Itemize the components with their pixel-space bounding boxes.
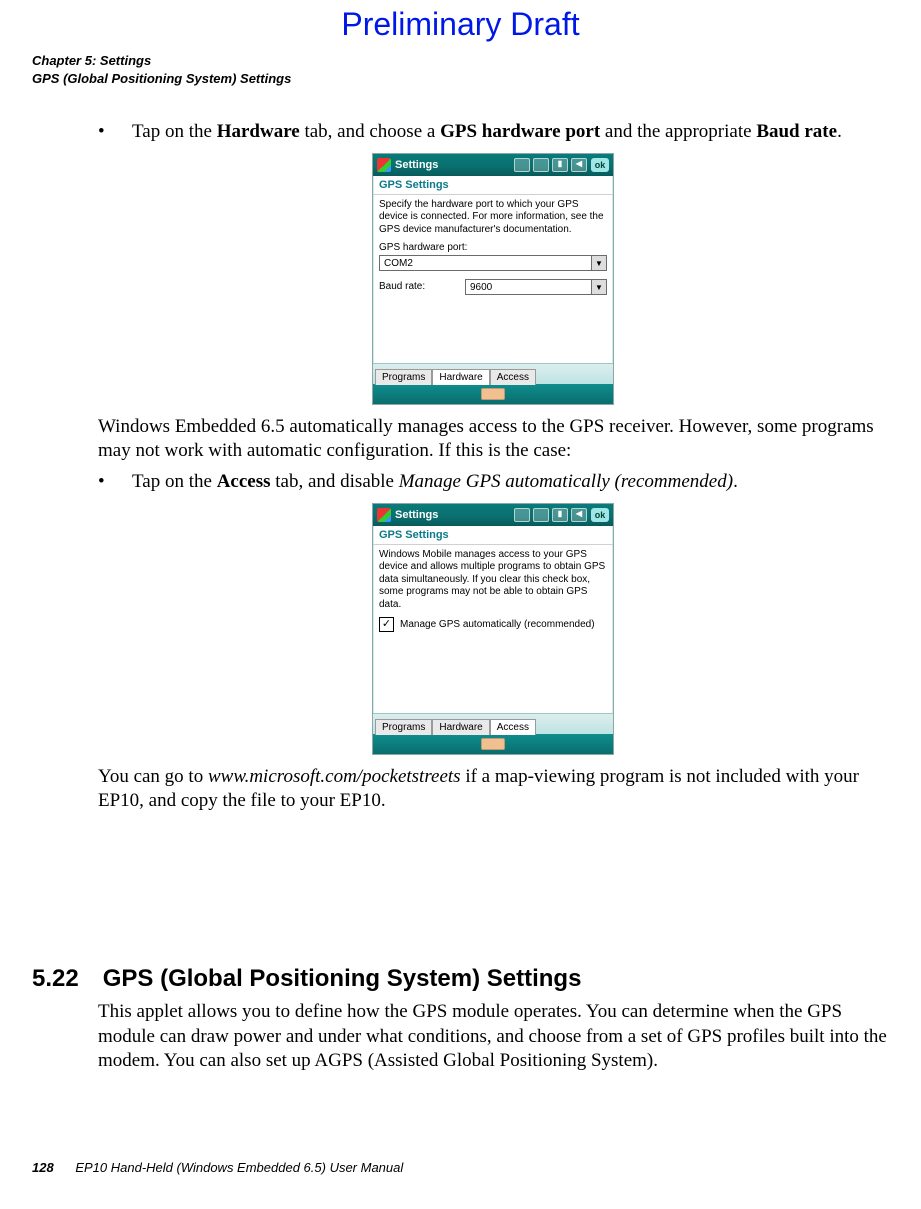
volume-icon[interactable]: ◀ — [571, 508, 587, 522]
running-header-chapter: Chapter 5: Settings — [32, 52, 291, 70]
panel-description: Windows Mobile manages access to your GP… — [379, 549, 607, 612]
url-pocketstreets: www.microsoft.com/pocketstreets — [208, 766, 461, 787]
tab-hardware[interactable]: Hardware — [432, 369, 489, 385]
screenshot-hardware-tab: Settings ▮ ◀ ok GPS Settings Specify the… — [98, 153, 888, 405]
keyboard-icon[interactable] — [481, 388, 505, 400]
device-frame: Settings ▮ ◀ ok GPS Settings Specify the… — [372, 153, 614, 405]
t-bold-access: Access — [217, 471, 271, 492]
running-header-section: GPS (Global Positioning System) Settings — [32, 70, 291, 88]
t: . — [837, 121, 842, 142]
start-flag-icon[interactable] — [377, 508, 391, 522]
system-tray: ▮ ◀ — [514, 158, 587, 172]
tab-access[interactable]: Access — [490, 719, 536, 735]
combo-baud-rate[interactable]: 9600 ▼ — [465, 279, 607, 295]
tab-strip: Programs Hardware Access — [373, 363, 613, 384]
panel-title-gps-settings: GPS Settings — [373, 176, 613, 195]
t: You can go to — [98, 766, 208, 787]
label-baud-rate: Baud rate: — [379, 281, 459, 292]
t-italic-manage-gps: Manage GPS automatically (recommended) — [399, 471, 733, 492]
chevron-down-icon[interactable]: ▼ — [591, 256, 606, 270]
signal-icon[interactable]: ▮ — [552, 158, 568, 172]
tray-icon[interactable] — [514, 508, 530, 522]
combo-value: COM2 — [380, 258, 591, 269]
volume-icon[interactable]: ◀ — [571, 158, 587, 172]
instruction-bullet-hardware: • Tap on the Hardware tab, and choose a … — [98, 120, 888, 145]
bullet-marker: • — [98, 470, 132, 495]
tab-hardware[interactable]: Hardware — [432, 719, 489, 735]
instruction-bullet-access: • Tap on the Access tab, and disable Man… — [98, 470, 888, 495]
section-heading-row: 5.22 GPS (Global Positioning System) Set… — [32, 965, 892, 993]
titlebar-title: Settings — [395, 509, 438, 521]
titlebar-title: Settings — [395, 159, 438, 171]
tab-programs[interactable]: Programs — [375, 369, 432, 385]
bullet-text: Tap on the Access tab, and disable Manag… — [132, 470, 888, 495]
titlebar: Settings ▮ ◀ ok — [373, 504, 613, 526]
t-bold-gps-port: GPS hardware port — [440, 121, 600, 142]
tab-programs[interactable]: Programs — [375, 719, 432, 735]
tray-icon[interactable] — [514, 158, 530, 172]
titlebar: Settings ▮ ◀ ok — [373, 154, 613, 176]
panel-title-gps-settings: GPS Settings — [373, 526, 613, 545]
page-footer: 128 EP10 Hand-Held (Windows Embedded 6.5… — [32, 1160, 403, 1175]
running-header: Chapter 5: Settings GPS (Global Position… — [32, 52, 291, 87]
t: tab, and disable — [271, 471, 399, 492]
t: tab, and choose a — [300, 121, 440, 142]
watermark-preliminary-draft: Preliminary Draft — [0, 6, 921, 43]
panel-body: Windows Mobile manages access to your GP… — [373, 545, 613, 713]
bottom-bar — [373, 734, 613, 754]
body-column: • Tap on the Hardware tab, and choose a … — [98, 120, 888, 820]
tray-icon[interactable] — [533, 158, 549, 172]
t: Tap on the — [132, 121, 217, 142]
t: . — [733, 471, 738, 492]
tab-strip: Programs Hardware Access — [373, 713, 613, 734]
label-gps-hardware-port: GPS hardware port: — [379, 242, 607, 253]
section-paragraph: This applet allows you to define how the… — [98, 1000, 888, 1074]
page-number: 128 — [32, 1160, 54, 1175]
system-tray: ▮ ◀ — [514, 508, 587, 522]
panel-description: Specify the hardware port to which your … — [379, 199, 607, 237]
paragraph-auto-manage: Windows Embedded 6.5 automatically manag… — [98, 415, 888, 464]
chevron-down-icon[interactable]: ▼ — [591, 280, 606, 294]
tray-icon[interactable] — [533, 508, 549, 522]
t: Tap on the — [132, 471, 217, 492]
ok-button[interactable]: ok — [591, 158, 609, 172]
footer-manual-title: EP10 Hand-Held (Windows Embedded 6.5) Us… — [75, 1160, 403, 1175]
paragraph-pocketstreets: You can go to www.microsoft.com/pocketst… — [98, 765, 888, 814]
bullet-text: Tap on the Hardware tab, and choose a GP… — [132, 120, 888, 145]
device-frame: Settings ▮ ◀ ok GPS Settings Windows Mob… — [372, 503, 614, 755]
combo-gps-hardware-port[interactable]: COM2 ▼ — [379, 255, 607, 271]
panel-body: Specify the hardware port to which your … — [373, 195, 613, 363]
ok-button[interactable]: ok — [591, 508, 609, 522]
t-bold-hardware: Hardware — [217, 121, 300, 142]
checkbox-row-manage-gps[interactable]: ✓ Manage GPS automatically (recommended) — [379, 617, 607, 632]
checkbox-label: Manage GPS automatically (recommended) — [400, 619, 595, 630]
combo-value: 9600 — [466, 282, 591, 293]
checkbox-manage-gps[interactable]: ✓ — [379, 617, 394, 632]
tab-access[interactable]: Access — [490, 369, 536, 385]
signal-icon[interactable]: ▮ — [552, 508, 568, 522]
t: and the appropriate — [600, 121, 756, 142]
keyboard-icon[interactable] — [481, 738, 505, 750]
start-flag-icon[interactable] — [377, 158, 391, 172]
bullet-marker: • — [98, 120, 132, 145]
page: Preliminary Draft Chapter 5: Settings GP… — [0, 0, 921, 1209]
section-number: 5.22 — [32, 965, 79, 993]
section-title: GPS (Global Positioning System) Settings — [103, 965, 582, 993]
bottom-bar — [373, 384, 613, 404]
t-bold-baud: Baud rate — [756, 121, 837, 142]
screenshot-access-tab: Settings ▮ ◀ ok GPS Settings Windows Mob… — [98, 503, 888, 755]
